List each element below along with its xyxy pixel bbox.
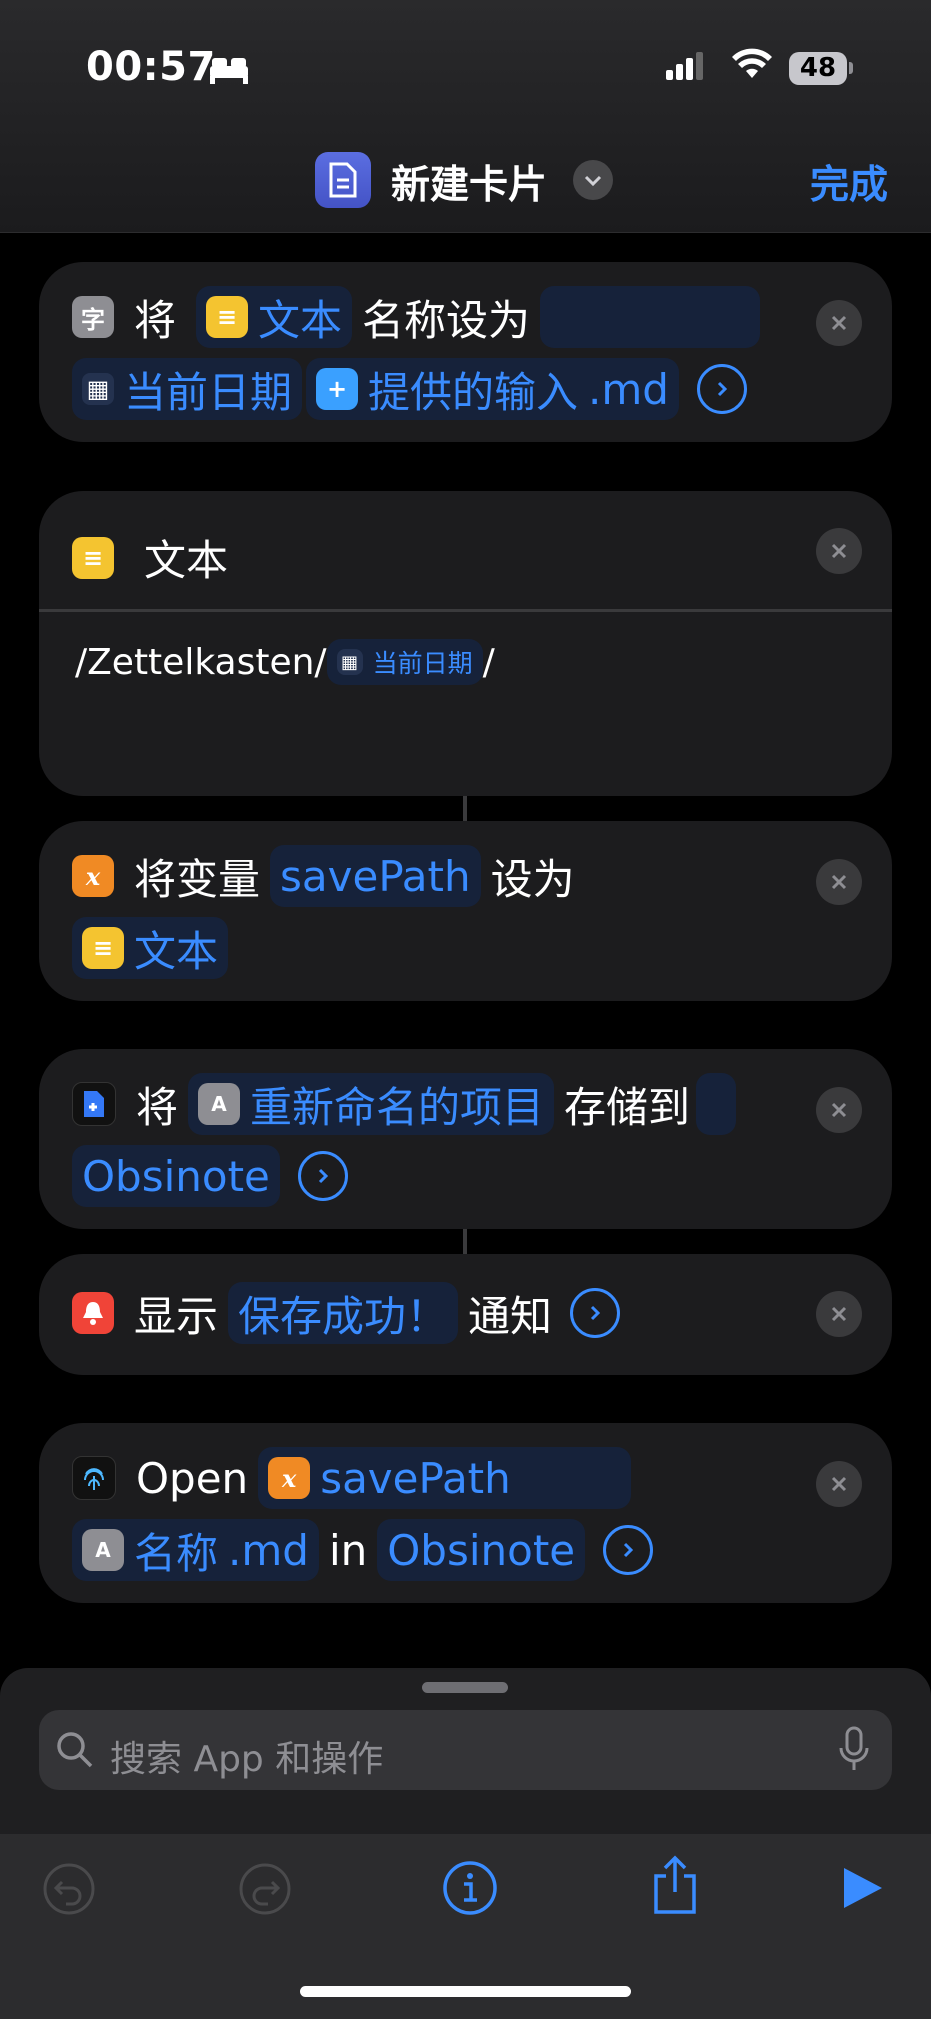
sheet-drag-handle[interactable] — [422, 1682, 508, 1693]
cellular-signal-icon — [666, 52, 706, 80]
calendar-icon: ▦ — [82, 373, 114, 405]
token-label: 文本 — [258, 295, 343, 345]
action-word: 将 — [134, 295, 177, 345]
variable-icon: x — [72, 855, 114, 897]
variable-token-date[interactable]: ▦ 当前日期 — [326, 639, 483, 685]
chevron-right-circle-icon[interactable] — [297, 1151, 348, 1201]
save-file-icon — [72, 1082, 116, 1126]
action-word: 显示 — [134, 1291, 219, 1341]
shortcut-title[interactable]: 新建卡片 — [391, 154, 547, 210]
home-indicator — [300, 1986, 631, 1997]
token-label: savePath — [320, 1453, 511, 1503]
redo-icon[interactable] — [238, 1862, 292, 1916]
action-title: 文本 — [144, 536, 229, 585]
remove-action-button[interactable] — [816, 528, 862, 574]
share-icon[interactable] — [650, 1854, 700, 1916]
rename-action-icon: A — [82, 1529, 124, 1571]
bell-icon — [72, 1292, 114, 1334]
chevron-right-circle-icon[interactable] — [570, 1288, 621, 1338]
chevron-down-icon[interactable] — [573, 160, 613, 200]
action-word: 设为 — [490, 854, 575, 904]
divider — [39, 609, 892, 612]
text-icon: ≡ — [206, 296, 249, 338]
fingerprint-icon — [72, 1456, 116, 1500]
action-word: 通知 — [468, 1291, 553, 1341]
text-icon: ≡ — [72, 536, 114, 579]
calendar-icon: ▦ — [336, 649, 363, 675]
action-word: in — [328, 1525, 368, 1575]
chevron-right-circle-icon[interactable] — [696, 364, 747, 414]
variable-token-input[interactable]: + 提供的输入 .md — [306, 358, 679, 420]
wifi-icon — [732, 48, 772, 78]
chevron-right-circle-icon[interactable] — [603, 1525, 654, 1575]
text-content-field[interactable]: /Zettelkasten/ ▦ 当前日期 / — [75, 639, 495, 685]
remove-action-button[interactable] — [816, 859, 862, 905]
remove-action-button[interactable] — [816, 1461, 862, 1507]
rename-action-icon: 字 — [72, 296, 114, 338]
action-card-set-variable[interactable]: x 将变量 savePath 设为 ≡ 文本 — [39, 821, 892, 1001]
destination-field[interactable] — [696, 1073, 737, 1135]
variable-token-name[interactable]: A 名称 .md — [72, 1519, 319, 1581]
token-label: 当前日期 — [124, 367, 293, 417]
play-run-icon[interactable] — [842, 1866, 884, 1910]
variable-name-token[interactable]: savePath — [270, 845, 481, 907]
variable-icon: x — [268, 1457, 311, 1499]
search-icon — [57, 1732, 93, 1768]
action-card-text[interactable]: ≡ 文本 /Zettelkasten/ ▦ 当前日期 / — [39, 491, 892, 796]
action-word: Open — [136, 1453, 249, 1503]
action-card-rename[interactable]: 字 将 ≡ 文本 名称设为 ▦ 当前日期 + 提供的输入 .md — [39, 262, 892, 442]
action-connector — [463, 1229, 467, 1254]
action-word: 将变量 — [134, 854, 261, 904]
info-icon[interactable] — [442, 1860, 498, 1916]
path-suffix: / — [482, 641, 495, 683]
token-label: 名称 — [134, 1528, 219, 1578]
message-plus-icon: + — [316, 368, 359, 410]
sleep-focus-icon — [210, 58, 248, 84]
path-prefix: /Zettelkasten/ — [75, 641, 327, 683]
destination-token[interactable]: Obsinote — [72, 1145, 280, 1207]
done-button[interactable]: 完成 — [810, 154, 888, 210]
token-label: 提供的输入 — [368, 367, 579, 417]
name-field[interactable] — [540, 286, 761, 348]
battery-tip — [849, 62, 853, 74]
variable-token-savepath[interactable]: x savePath — [258, 1447, 631, 1509]
action-card-notification[interactable]: 显示 保存成功！ 通知 — [39, 1254, 892, 1375]
search-placeholder: 搜索 App 和操作 — [110, 1739, 384, 1780]
microphone-icon[interactable] — [838, 1726, 870, 1774]
variable-token-date[interactable]: ▦ 当前日期 — [72, 358, 303, 420]
status-time: 00:57 — [86, 44, 216, 90]
rename-action-icon: A — [198, 1083, 241, 1125]
action-connector — [463, 796, 467, 821]
remove-action-button[interactable] — [816, 300, 862, 346]
token-label: 当前日期 — [372, 649, 473, 678]
token-label: 文本 — [134, 926, 219, 976]
action-word: 将 — [136, 1082, 179, 1132]
action-card-open[interactable]: Open x savePath A 名称 .md in Obsinote — [39, 1423, 892, 1603]
battery-indicator: 48 — [789, 52, 847, 85]
action-word: 存储到 — [564, 1082, 691, 1132]
action-card-save-file[interactable]: 将 A 重新命名的项目 存储到 Obsinote — [39, 1049, 892, 1229]
remove-action-button[interactable] — [816, 1291, 862, 1337]
variable-token-text[interactable]: ≡ 文本 — [72, 917, 229, 979]
extension-text: .md — [228, 1525, 309, 1575]
app-token[interactable]: Obsinote — [377, 1519, 586, 1581]
variable-token-renamed-item[interactable]: A 重新命名的项目 — [188, 1073, 555, 1135]
action-word: 名称设为 — [362, 295, 531, 345]
text-icon: ≡ — [82, 927, 124, 969]
remove-action-button[interactable] — [816, 1087, 862, 1133]
notification-message-token[interactable]: 保存成功！ — [228, 1282, 459, 1344]
shortcut-file-icon[interactable] — [315, 152, 371, 208]
token-label: 重新命名的项目 — [250, 1082, 545, 1132]
undo-icon[interactable] — [42, 1862, 96, 1916]
extension-text: .md — [588, 364, 669, 414]
variable-token-text[interactable]: ≡ 文本 — [196, 286, 353, 348]
